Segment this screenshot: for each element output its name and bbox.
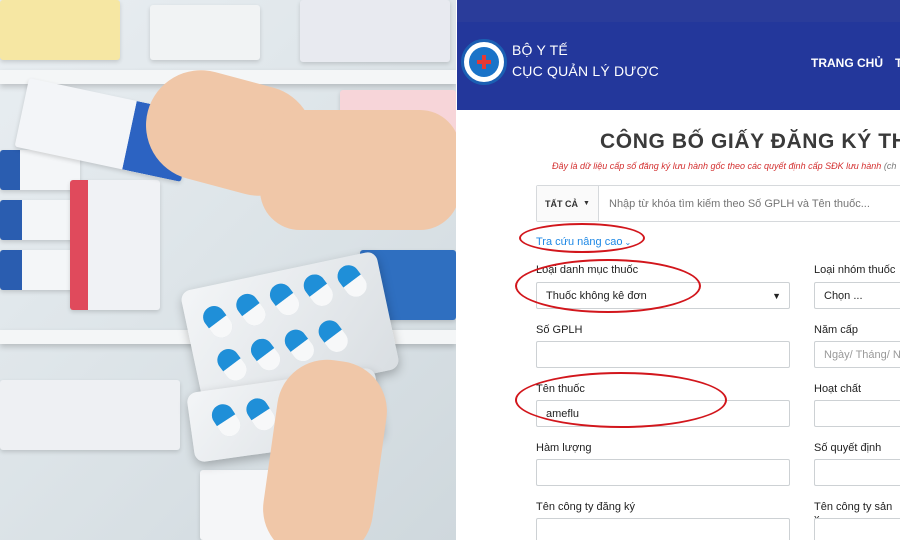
search-input[interactable] bbox=[599, 186, 900, 221]
medicine-box bbox=[150, 5, 260, 60]
page-title: CÔNG BỐ GIẤY ĐĂNG KÝ THUỐC, bbox=[600, 130, 900, 153]
advanced-search-label: Tra cứu nâng cao bbox=[536, 236, 623, 248]
arm bbox=[260, 110, 456, 230]
ministry-logo-icon[interactable] bbox=[461, 39, 507, 85]
issue-date-field[interactable]: Ngày/ Tháng/ N bbox=[814, 341, 900, 368]
registrant-company-field[interactable] bbox=[536, 518, 790, 540]
strength-field[interactable] bbox=[536, 459, 790, 486]
org-name-line2: CỤC QUẢN LÝ DƯỢC bbox=[512, 63, 659, 79]
top-strip bbox=[457, 0, 900, 22]
issue-date-placeholder: Ngày/ Tháng/ N bbox=[824, 348, 900, 361]
search-bar: TẤT CẢ ▼ bbox=[536, 185, 900, 222]
drug-category-value: Thuốc không kê đơn bbox=[546, 289, 647, 302]
active-ingredient-field[interactable] bbox=[814, 400, 900, 427]
nav-item-cut[interactable]: T bbox=[895, 56, 900, 70]
data-source-note: Đây là dữ liệu cấp số đăng ký lưu hành g… bbox=[552, 161, 896, 171]
drug-group-select[interactable]: Chọn ... bbox=[814, 282, 900, 309]
pharmacy-photo bbox=[0, 0, 456, 540]
caret-down-icon: ▼ bbox=[583, 200, 590, 207]
org-name-line1: BỘ Y TẾ bbox=[512, 42, 568, 58]
data-source-note-extra: (ch bbox=[881, 161, 897, 171]
license-number-field[interactable] bbox=[536, 341, 790, 368]
data-source-note-text: Đây là dữ liệu cấp số đăng ký lưu hành g… bbox=[552, 161, 882, 171]
decision-number-field[interactable] bbox=[814, 459, 900, 486]
chevron-down-icon: ⌄ bbox=[624, 238, 632, 247]
license-number-label: Số GPLH bbox=[536, 324, 583, 336]
nav-home[interactable]: TRANG CHỦ bbox=[811, 56, 883, 70]
caret-down-icon: ▼ bbox=[772, 291, 781, 301]
drug-category-label: Loại danh mục thuốc bbox=[536, 264, 639, 276]
drug-name-field[interactable]: ameflu bbox=[536, 400, 790, 427]
drug-group-value: Chọn ... bbox=[824, 289, 863, 302]
medicine-box bbox=[0, 380, 180, 450]
drug-category-select[interactable]: Thuốc không kê đơn ▼ bbox=[536, 282, 790, 309]
drug-name-label: Tên thuốc bbox=[536, 383, 585, 395]
drug-name-value: ameflu bbox=[546, 407, 580, 420]
issue-year-label: Năm cấp bbox=[814, 324, 859, 336]
search-scope-dropdown[interactable]: TẤT CẢ ▼ bbox=[537, 186, 599, 221]
site-header: BỘ Y TẾ CỤC QUẢN LÝ DƯỢC TRANG CHỦ T bbox=[457, 22, 900, 110]
manufacturer-field[interactable] bbox=[814, 518, 900, 540]
drug-registry-page: BỘ Y TẾ CỤC QUẢN LÝ DƯỢC TRANG CHỦ T CÔN… bbox=[457, 0, 900, 540]
registrant-company-label: Tên công ty đăng ký bbox=[536, 501, 636, 513]
strength-label: Hàm lượng bbox=[536, 442, 592, 454]
drug-group-label: Loại nhóm thuốc bbox=[814, 264, 896, 276]
active-ingredient-label: Hoạt chất bbox=[814, 383, 862, 395]
medicine-box bbox=[300, 0, 450, 62]
search-scope-label: TẤT CẢ bbox=[545, 198, 579, 209]
medicine-box bbox=[70, 180, 160, 310]
advanced-search-link[interactable]: Tra cứu nâng cao ⌄ bbox=[536, 236, 631, 248]
decision-number-label: Số quyết định bbox=[814, 442, 882, 454]
medicine-box bbox=[0, 0, 120, 60]
